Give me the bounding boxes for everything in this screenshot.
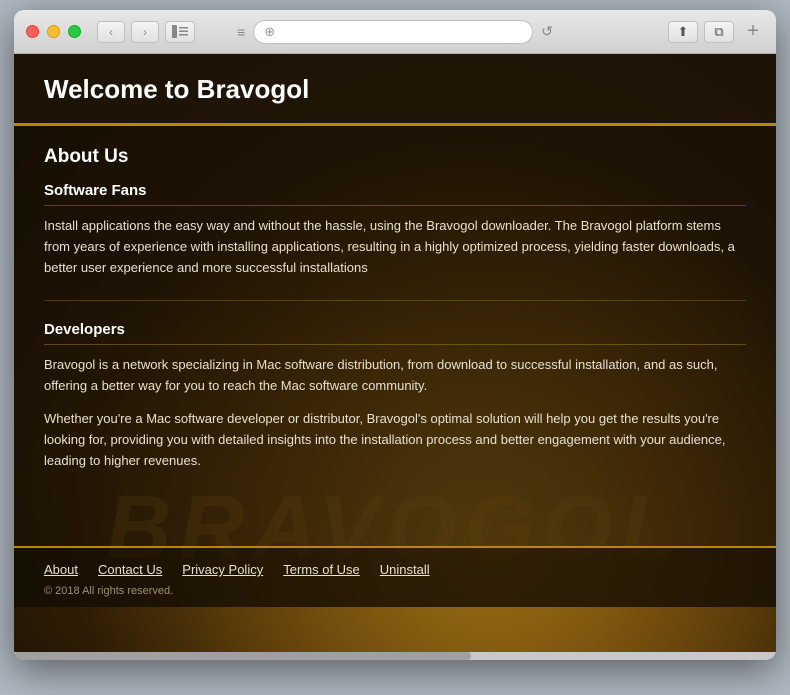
footer-link-terms[interactable]: Terms of Use — [283, 562, 360, 577]
forward-icon: › — [143, 25, 147, 39]
sidebar-button[interactable] — [165, 21, 195, 43]
site-title: Welcome to Bravogol — [44, 74, 746, 105]
browser-window: ‹ › ≡ ⊕ ↺ ⬆ ⧉ — [14, 10, 776, 660]
developers-body-1: Bravogol is a network specializing in Ma… — [44, 355, 746, 397]
new-tab-button[interactable]: + — [742, 21, 764, 43]
page-background: BRAVOGOL Welcome to Bravogol About Us So… — [14, 54, 776, 660]
traffic-lights — [26, 25, 81, 38]
reload-button[interactable]: ↺ — [541, 23, 553, 40]
footer-links: About Contact Us Privacy Policy Terms of… — [44, 562, 746, 577]
address-plus-icon: ⊕ — [264, 24, 275, 40]
footer-link-contact[interactable]: Contact Us — [98, 562, 162, 577]
address-bar-area: ≡ ⊕ ↺ — [237, 20, 553, 44]
tab-icon: ⧉ — [714, 24, 723, 40]
close-button[interactable] — [26, 25, 39, 38]
about-us-heading: About Us — [44, 146, 746, 168]
minimize-button[interactable] — [47, 25, 60, 38]
list-icon: ≡ — [237, 24, 245, 40]
page-content: Welcome to Bravogol About Us Software Fa… — [14, 54, 776, 607]
site-footer: About Contact Us Privacy Policy Terms of… — [14, 546, 776, 607]
software-fans-body: Install applications the easy way and wi… — [44, 216, 746, 278]
browser-content: BRAVOGOL Welcome to Bravogol About Us So… — [14, 54, 776, 660]
back-button[interactable]: ‹ — [97, 21, 125, 43]
site-header: Welcome to Bravogol — [14, 54, 776, 126]
scrollbar[interactable] — [14, 652, 776, 660]
address-bar[interactable]: ⊕ — [253, 20, 533, 44]
software-fans-section: Software Fans Install applications the e… — [44, 182, 746, 301]
sidebar-icon — [172, 25, 188, 38]
developers-body-2: Whether you're a Mac software developer … — [44, 409, 746, 471]
share-icon: ⬆ — [678, 24, 689, 40]
scrollbar-thumb[interactable] — [14, 652, 471, 660]
developers-heading: Developers — [44, 321, 746, 345]
software-fans-heading: Software Fans — [44, 182, 746, 206]
developers-section: Developers Bravogol is a network special… — [44, 321, 746, 493]
tab-button[interactable]: ⧉ — [704, 21, 734, 43]
footer-copyright: © 2018 All rights reserved. — [44, 585, 746, 597]
share-button[interactable]: ⬆ — [668, 21, 698, 43]
right-buttons: ⬆ ⧉ + — [668, 21, 764, 43]
forward-button[interactable]: › — [131, 21, 159, 43]
footer-link-uninstall[interactable]: Uninstall — [380, 562, 430, 577]
maximize-button[interactable] — [68, 25, 81, 38]
footer-link-privacy[interactable]: Privacy Policy — [182, 562, 263, 577]
titlebar: ‹ › ≡ ⊕ ↺ ⬆ ⧉ — [14, 10, 776, 54]
nav-buttons: ‹ › — [97, 21, 159, 43]
back-icon: ‹ — [109, 25, 113, 39]
main-content: About Us Software Fans Install applicati… — [14, 126, 776, 546]
footer-link-about[interactable]: About — [44, 562, 78, 577]
